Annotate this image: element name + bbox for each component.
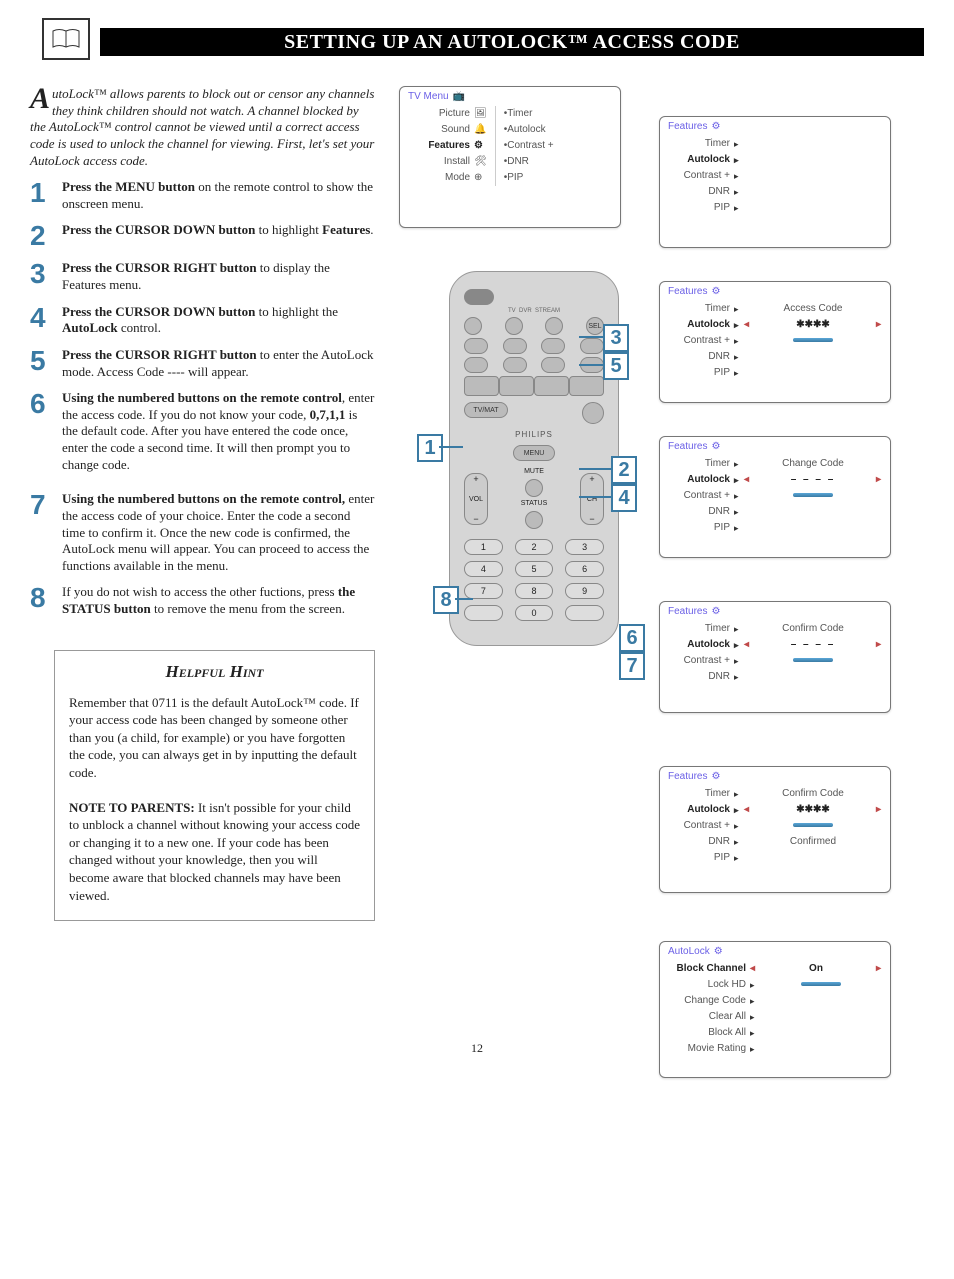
callout-1: 1	[417, 434, 443, 462]
mute-button[interactable]	[525, 479, 543, 497]
hint-paragraph-2: NOTE TO PARENTS: It isn't possible for y…	[69, 799, 360, 904]
callout-3: 3	[603, 324, 629, 352]
osd-features-confirmed: Features ⚙ Timer▸Confirm Code Autolock▸◂…	[659, 766, 891, 893]
osd-features-confirm-code: Features ⚙ Timer▸Confirm Code Autolock▸◂…	[659, 601, 891, 713]
callout-8: 8	[433, 586, 459, 614]
remote-control-illustration: TV DVR STREAM SEL TV/MAT PHILIPS MENU +V…	[449, 271, 619, 646]
menu-button[interactable]: MENU	[513, 445, 555, 461]
osd-features-access-code: Features ⚙ Timer▸Access Code Autolock▸◂✱…	[659, 281, 891, 403]
channel-rocker[interactable]: +CH−	[580, 473, 604, 525]
number-key[interactable]: 8	[515, 583, 554, 599]
hint-paragraph-1: Remember that 0711 is the default AutoLo…	[69, 694, 360, 782]
number-pad[interactable]: 123 456 7890	[464, 539, 604, 621]
callout-5: 5	[603, 352, 629, 380]
number-key[interactable]: 2	[515, 539, 554, 555]
helpful-hint-box: Helpful Hint Remember that 0711 is the d…	[54, 650, 375, 922]
callout-6: 6	[619, 624, 645, 652]
step-item: 6Using the numbered buttons on the remot…	[30, 390, 375, 473]
number-key[interactable]: 6	[565, 561, 604, 577]
callout-2: 2	[611, 456, 637, 484]
osd-features-1: Features ⚙ Timer▸ Autolock▸ Contrast +▸ …	[659, 116, 891, 248]
number-key[interactable]: 7	[464, 583, 503, 599]
step-item: 7Using the numbered buttons on the remot…	[30, 491, 375, 574]
volume-rocker[interactable]: +VOL−	[464, 473, 488, 525]
osd-autolock-menu: AutoLock ⚙ Block Channel◂On▸ Lock HD▸ Ch…	[659, 941, 891, 1078]
step-item: 2Press the CURSOR DOWN button to highlig…	[30, 222, 375, 250]
step-item: 8If you do not wish to access the other …	[30, 584, 375, 617]
number-key[interactable]: 0	[515, 605, 554, 621]
page-title: SETTING UP AN AUTOLOCK™ ACCESS CODE	[100, 28, 924, 56]
number-key[interactable]: 5	[515, 561, 554, 577]
header: SETTING UP AN AUTOLOCK™ ACCESS CODE	[30, 28, 924, 56]
status-button[interactable]	[525, 511, 543, 529]
callout-4: 4	[611, 484, 637, 512]
number-key[interactable]	[464, 605, 503, 621]
number-key[interactable]: 4	[464, 561, 503, 577]
number-key[interactable]: 3	[565, 539, 604, 555]
osd-features-change-code: Features ⚙ Timer▸Change Code Autolock▸◂–…	[659, 436, 891, 558]
osd-tv-menu: TV Menu 📺 Picture 🖼 Sound 🔔 Features ⚙ I…	[399, 86, 621, 228]
helpful-hint-title: Helpful Hint	[69, 661, 360, 684]
callout-7: 7	[619, 652, 645, 680]
number-key[interactable]	[565, 605, 604, 621]
step-item: 5Press the CURSOR RIGHT button to enter …	[30, 347, 375, 380]
remote-brand: PHILIPS	[464, 430, 604, 439]
step-item: 3Press the CURSOR RIGHT button to displa…	[30, 260, 375, 293]
book-icon	[42, 18, 90, 60]
step-item: 4Press the CURSOR DOWN button to highlig…	[30, 304, 375, 337]
step-list: 1Press the MENU button on the remote con…	[30, 179, 375, 618]
intro-paragraph: A utoLock™ allows parents to block out o…	[30, 86, 375, 169]
step-item: 1Press the MENU button on the remote con…	[30, 179, 375, 212]
number-key[interactable]: 1	[464, 539, 503, 555]
number-key[interactable]: 9	[565, 583, 604, 599]
